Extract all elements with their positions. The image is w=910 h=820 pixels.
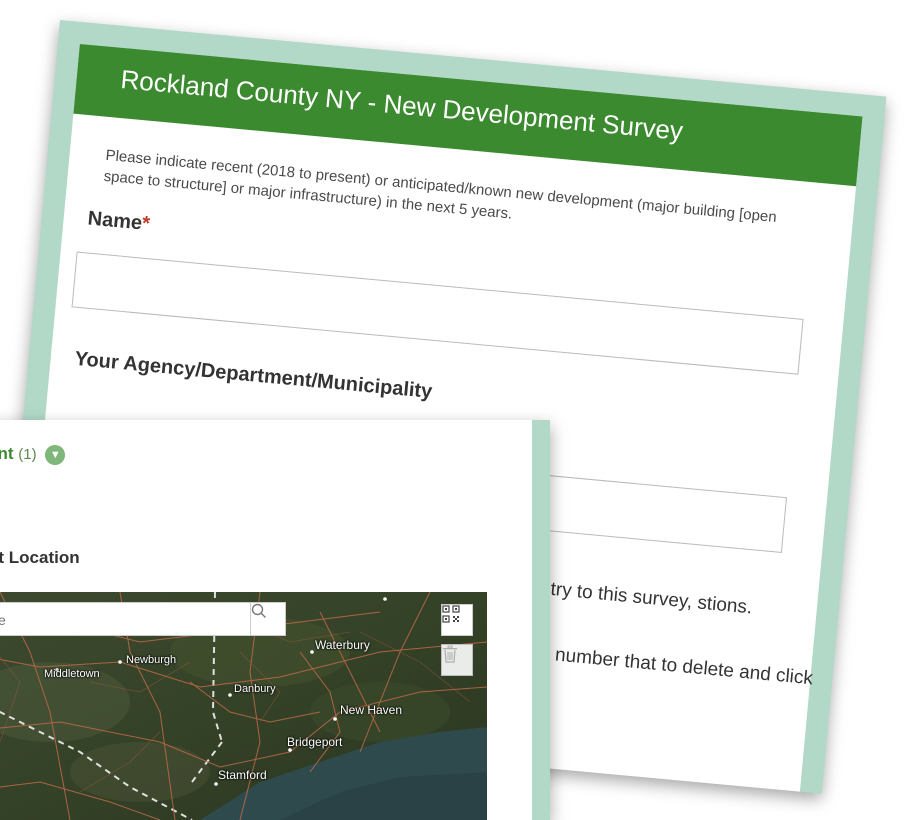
map-label-new-haven: New Haven (340, 703, 403, 717)
qr-code-icon (442, 605, 460, 623)
map-label-middletown: Middletown (44, 668, 100, 680)
survey-title: Rockland County NY - New Development Sur… (119, 63, 685, 146)
map-label-bridgeport: Bridgeport (287, 735, 343, 749)
name-label-text: Name (86, 207, 144, 235)
search-button[interactable] (250, 603, 285, 635)
chevron-down-icon[interactable]: ▼ (45, 444, 66, 465)
group-header: ent (1) ▼ (0, 444, 66, 465)
map-search[interactable] (0, 602, 286, 637)
location-label: nt Location (0, 548, 80, 567)
location-section: ent (1) ▼ nt Location (0, 420, 532, 820)
map-label-danbury: Danbury (234, 683, 276, 695)
delete-location-button[interactable] (441, 644, 473, 676)
search-icon (251, 603, 266, 618)
group-title: ent (0, 444, 14, 463)
map-label-newburgh: Newburgh (126, 654, 177, 666)
group-count: (1) (18, 446, 37, 463)
required-asterisk: * (141, 212, 151, 236)
qr-scan-button[interactable] (441, 604, 473, 636)
map-label-waterbury: Waterbury (315, 638, 370, 652)
map-search-input[interactable] (0, 603, 283, 637)
trash-icon (443, 645, 457, 663)
map-view[interactable]: Middletown Newburgh Danbury Waterbury Ne… (0, 592, 487, 820)
map-label-stamford: Stamford (218, 768, 267, 782)
location-section-card: ent (1) ▼ nt Location (0, 420, 550, 820)
